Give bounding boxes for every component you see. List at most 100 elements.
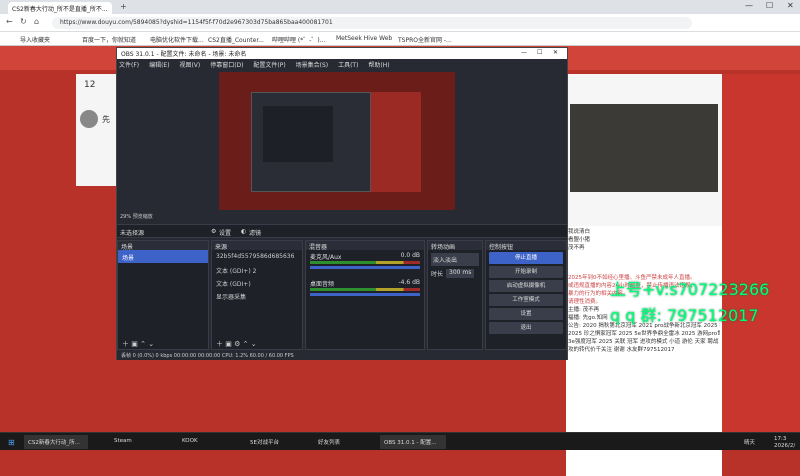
remove-icon[interactable]: ▣ — [131, 340, 138, 348]
bookmark-item[interactable]: CS2直播_Counter... — [208, 35, 264, 44]
taskbar-item[interactable]: KOOK — [178, 435, 202, 449]
volume-slider[interactable] — [310, 266, 420, 269]
bookmark-item[interactable]: 电脑优化软件下载... — [150, 35, 204, 44]
menu-scene-collection[interactable]: 场景集合(S) — [296, 62, 329, 69]
source-item[interactable]: 文本 (GDI+) — [212, 276, 302, 289]
volume-slider[interactable] — [310, 293, 420, 296]
close-icon[interactable]: ✕ — [553, 49, 558, 56]
minimize-icon[interactable]: — — [521, 49, 527, 56]
taskbar-item[interactable]: 5E对战平台 — [246, 435, 283, 449]
menu-profile[interactable]: 配置文件(P) — [253, 62, 285, 69]
mixer-db: 0.0 dB — [400, 252, 420, 259]
back-icon[interactable]: ← — [6, 17, 13, 26]
menu-view[interactable]: 视图(V) — [179, 62, 200, 69]
taskbar-item[interactable]: 好友列表 — [314, 435, 344, 449]
scenes-buttons: ＋ ▣ ⌃ ⌄ — [118, 337, 208, 349]
sources-buttons: ＋ ▣ ⚙ ⌃ ⌄ — [212, 337, 302, 349]
volume-meter — [310, 261, 420, 264]
source-item[interactable]: 32b5f4d5579586d685636 — [212, 250, 302, 263]
filter-icon[interactable]: ◐ — [241, 228, 246, 235]
sources-dock: 来源 32b5f4d5579586d685636 文本 (GDI+) 2 文本 … — [211, 240, 303, 350]
obs-window: OBS 31.0.1 - 配置文件: 未命名 - 场景: 未命名 — ☐ ✕ 文… — [116, 47, 568, 360]
source-toolbar: 未选择源 ⚙ 设置 ◐ 滤镜 — [117, 224, 567, 238]
maximize-icon[interactable]: ☐ — [537, 49, 542, 56]
studio-mode-button[interactable]: 工作室模式 — [489, 294, 563, 306]
mixer-channel: 麦克风/Aux 0.0 dB — [306, 250, 424, 271]
controls-header: 控制按钮 — [486, 241, 566, 251]
maximize-icon[interactable]: ☐ — [766, 1, 773, 10]
menu-edit[interactable]: 编辑(E) — [149, 62, 169, 69]
home-icon[interactable]: ⌂ — [34, 17, 39, 26]
address-bar: ← ↻ ⌂ https://www.douyu.com/5894085?dysh… — [0, 14, 800, 32]
volume-meter — [310, 288, 420, 291]
scene-item[interactable]: 场景 — [118, 250, 208, 263]
mixer-name: 麦克风/Aux — [310, 254, 342, 261]
down-icon[interactable]: ⌄ — [148, 340, 154, 348]
taskbar-item[interactable]: OBS 31.0.1 - 配置... — [380, 435, 446, 449]
transitions-header: 转场动画 — [428, 241, 482, 251]
add-icon[interactable]: ＋ — [122, 340, 129, 348]
chat-line: 2025 珍之惧家冠军 2025 5e世界争鼎全雷冰 2025 游网pro世界 — [568, 331, 720, 337]
bookmark-item[interactable]: 导入收藏夹 — [20, 35, 50, 44]
taskbar-item[interactable]: CS2新春大行动_所... — [24, 435, 88, 449]
count-number: 12 — [84, 80, 96, 90]
chat-line: 我说清白 — [568, 229, 591, 235]
settings-label[interactable]: 设置 — [219, 228, 231, 237]
bookmark-item[interactable]: 百度一下，你就知道 — [82, 35, 136, 44]
url-input[interactable]: https://www.douyu.com/5894085?dyshid=115… — [52, 17, 692, 29]
mixer-dock: 混音器 麦克风/Aux 0.0 dB 桌面音频 -4.6 dB — [305, 240, 425, 350]
up-icon[interactable]: ⌃ — [243, 340, 249, 348]
source-label: 文本 (GDI+) — [216, 281, 251, 288]
source-label: 文本 (GDI+) 2 — [216, 268, 257, 275]
source-item[interactable]: 文本 (GDI+) 2 — [212, 263, 302, 276]
menu-tools[interactable]: 工具(T) — [338, 62, 358, 69]
mixer-channel: 桌面音频 -4.6 dB — [306, 271, 424, 298]
reload-icon[interactable]: ↻ — [20, 17, 27, 26]
obs-preview[interactable] — [219, 72, 455, 210]
start-recording-button[interactable]: 开始录制 — [489, 266, 563, 278]
gear-icon[interactable]: ⚙ — [211, 228, 216, 235]
start-icon[interactable]: ⊞ — [4, 435, 19, 449]
bookmark-item[interactable]: TSPRO全新官网 -... — [398, 35, 452, 44]
scenes-dock: 场景 场景 ＋ ▣ ⌃ ⌄ — [117, 240, 209, 350]
controls-dock: 控制按钮 停止直播 开始录制 启动虚拟摄像机 工作室模式 设置 退出 — [485, 240, 567, 350]
settings-button[interactable]: 设置 — [489, 308, 563, 320]
source-item[interactable]: 显示器采集 — [212, 289, 302, 302]
close-icon[interactable]: ✕ — [787, 1, 794, 10]
preview-zoom[interactable]: 29% 预览缩放 — [120, 213, 186, 221]
source-label: 显示器采集 — [216, 294, 247, 301]
transitions-dock: 转场动画 淡入淡出 时长 300 ms — [427, 240, 483, 350]
mixer-db: -4.6 dB — [398, 279, 420, 286]
duration-input[interactable]: 300 ms — [446, 269, 475, 278]
new-tab-button[interactable]: + — [120, 2, 127, 11]
preview-douyu-panel — [371, 92, 421, 192]
overlay-line: q q 群: 797512017 — [610, 306, 759, 325]
minimize-icon[interactable]: — — [745, 1, 753, 10]
chat-line: 茂不再 — [568, 245, 585, 251]
streamer-info-card: 12 先 — [76, 74, 116, 186]
menu-help[interactable]: 帮助(H) — [368, 62, 389, 69]
clock: 17:3 2026/2/ — [770, 433, 799, 449]
transition-select[interactable]: 淡入淡出 — [431, 253, 479, 266]
browser-tab[interactable]: CS2新春大行动_所不是直播_所不... — [8, 2, 112, 14]
filter-label[interactable]: 滤镜 — [249, 228, 261, 237]
up-icon[interactable]: ⌃ — [140, 340, 146, 348]
avatar[interactable] — [80, 110, 98, 128]
bookmarks-bar: 导入收藏夹 百度一下，你就知道 电脑优化软件下载... CS2直播_Counte… — [0, 32, 800, 46]
gear-icon[interactable]: ⚙ — [234, 340, 240, 348]
preview-nested-canvas — [263, 106, 333, 162]
taskbar-item[interactable]: Steam — [110, 435, 136, 449]
chat-line: 3e强度冠军 2025 关联 冠军 进攻的模式 小道 游伦 天家 聘战 顾 全 … — [568, 339, 720, 345]
stream-overlay-text: 上号+v:s707223266 q q 群: 797512017 — [610, 277, 769, 329]
bookmark-item[interactable]: 哔哩哔哩 (*゜-゜)... — [272, 35, 325, 44]
down-icon[interactable]: ⌄ — [251, 340, 257, 348]
stop-stream-button[interactable]: 停止直播 — [489, 252, 563, 264]
remove-icon[interactable]: ▣ — [225, 340, 232, 348]
virtual-camera-button[interactable]: 启动虚拟摄像机 — [489, 280, 563, 292]
menu-docks[interactable]: 停靠窗口(D) — [210, 62, 243, 69]
bookmark-item[interactable]: MetSeek Hive Web — [336, 35, 392, 42]
mixer-name: 桌面音频 — [310, 281, 335, 288]
menu-file[interactable]: 文件(F) — [119, 62, 139, 69]
add-icon[interactable]: ＋ — [216, 340, 223, 348]
exit-button[interactable]: 退出 — [489, 322, 563, 334]
